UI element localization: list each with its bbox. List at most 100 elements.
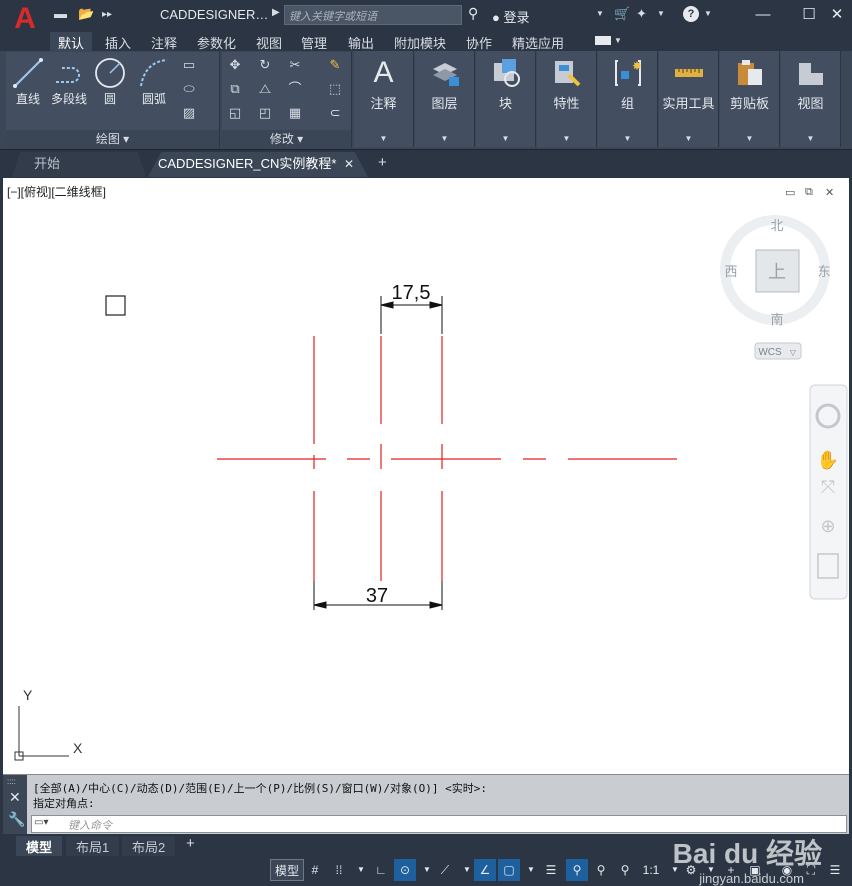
line-tool[interactable]: 直线 [10,56,46,107]
fillet-icon[interactable]: ⌒ [286,80,304,98]
add-layout-icon[interactable]: + [186,835,195,852]
close-command-icon[interactable]: ✕ [9,789,21,806]
clipboard-group-button[interactable]: 剪贴板 ▼ [720,51,780,147]
lineweight-icon[interactable]: ☰ [540,859,562,881]
copy-icon[interactable]: ⧉ [226,80,244,98]
tab-collaborate[interactable]: 协作 [466,32,492,51]
object-snap-dropdown-icon[interactable]: ▼ [520,859,542,881]
grip-icon[interactable]: :::: [7,777,16,786]
compass-east[interactable]: 东 [817,265,830,280]
minimize-button[interactable]: — [752,4,774,26]
model-space-button[interactable]: 模型 [270,859,305,881]
modify-panel-footer[interactable]: 修改 ▾ [222,130,351,148]
tab-layout1[interactable]: 布局1 [66,836,120,856]
orbit-icon[interactable]: ⊕ [820,516,835,536]
object-snap-icon[interactable]: ▢ [498,859,520,881]
hatch-icon[interactable]: ▨ [180,104,198,122]
user-dropdown-icon[interactable]: ▼ [596,9,604,18]
ribbon-options-icon[interactable]: ▼ [614,36,622,45]
close-tab-icon[interactable]: ✕ [344,157,354,171]
utilities-group-button[interactable]: 实用工具 ▼ [659,51,719,147]
ortho-icon[interactable]: ∟ [370,859,392,881]
viewcube-top-face[interactable]: 上 [768,262,786,283]
rotate-icon[interactable]: ↻ [256,56,274,74]
stretch-icon[interactable]: ◱ [226,104,244,122]
compass-north[interactable]: 北 [770,219,783,234]
customize-wrench-icon[interactable]: 🔧 [8,811,25,828]
pan-hand-icon[interactable]: ✋ [817,449,839,470]
command-line-handle[interactable]: :::: ✕ 🔧 [3,775,27,835]
share-dropdown-icon[interactable]: ▼ [657,9,665,18]
open-folder-icon[interactable]: 📂 [78,6,94,22]
offset-icon[interactable]: ⊂ [326,104,344,122]
command-input[interactable]: 键入命令 [31,815,847,833]
help-icon[interactable]: ? [683,6,699,22]
mirror-icon[interactable]: ⧍ [256,80,274,98]
polar-tracking-icon[interactable]: ⊙ [394,859,416,881]
annotation-scale-value[interactable]: 1:1 [640,859,662,881]
properties-group-button[interactable]: 特性 ▼ [537,51,597,147]
customization-menu-icon[interactable]: ☰ [824,859,846,881]
tab-layout2[interactable]: 布局2 [122,836,176,856]
arc-tool[interactable]: 圆弧 [134,56,174,107]
isometric-icon[interactable]: ⟋ [434,859,456,881]
tab-featured-apps[interactable]: 精选应用 [512,32,564,51]
compass-west[interactable]: 西 [724,265,737,280]
compass-south[interactable]: 南 [770,312,783,328]
line-icon [13,58,43,88]
block-group-button[interactable]: 块 ▼ [476,51,536,147]
scale-icon[interactable]: ◰ [256,104,274,122]
annotation-group-button[interactable]: A 注释 ▼ [354,51,414,147]
ribbon-minimize-icon[interactable] [595,36,611,45]
tab-drawing[interactable]: CADDESIGNER_CN实例教程* [148,152,368,177]
navigation-bar: ✋ ⤧ ⊕ [809,384,848,600]
search-icon[interactable]: ⚲ [468,5,478,22]
move-icon[interactable]: ✥ [226,56,244,74]
annotation-scale-icon[interactable]: ⚲ [566,859,588,881]
tab-output[interactable]: 输出 [348,32,374,51]
group-group-button[interactable]: ✸ 组 ▼ [598,51,658,147]
tab-parametric[interactable]: 参数化 [197,32,236,51]
zoom-extents-icon[interactable]: ⤧ [821,477,835,497]
rectangle-icon[interactable]: ▭ [180,56,198,74]
drawing-canvas[interactable]: [−][俯视][二维线框] ▭ ⧉ ✕ 17,5 37 Y X 上 北 南 东 … [3,178,849,774]
quick-access-more-icon[interactable]: ▸▸ [102,9,112,20]
cart-icon[interactable]: 🛒 [614,6,630,22]
sign-in-button[interactable]: ● 登录 [492,7,530,26]
close-button[interactable]: ✕ [826,4,848,26]
tab-model[interactable]: 模型 [16,836,63,856]
polyline-tool[interactable]: 多段线 [48,56,90,107]
maximize-button[interactable]: ☐ [798,4,820,26]
circle-tool[interactable]: 圆 [92,56,128,107]
title-arrow-icon[interactable]: ▶ [272,7,280,18]
dimension-bottom-text: 37 [366,585,388,607]
tab-default[interactable]: 默认 [50,32,93,51]
grid-icon[interactable]: # [304,859,326,881]
tab-start[interactable]: 开始 [12,152,146,177]
object-snap-tracking-icon[interactable]: ∠ [474,859,496,881]
view-group-button[interactable]: 视图 ▼ [781,51,841,147]
tab-annotate[interactable]: 注释 [151,32,177,51]
new-file-icon[interactable]: ▬ [54,6,67,21]
explode-icon[interactable]: ⬚ [326,80,344,98]
help-dropdown-icon[interactable]: ▼ [704,9,712,18]
array-icon[interactable]: ▦ [286,104,304,122]
new-tab-icon[interactable]: + [378,154,387,171]
command-prompt-icon[interactable]: ▭▾ [34,817,48,828]
tab-addins[interactable]: 附加模块 [394,32,446,51]
draw-panel-footer[interactable]: 绘图 ▾ [6,130,219,148]
snap-dropdown-icon[interactable]: ▼ [350,859,372,881]
ucs-x-label: X [73,740,83,756]
annotation-visibility-icon[interactable]: ⚲ [590,859,612,881]
erase-icon[interactable]: ✎ [326,56,344,74]
tab-view[interactable]: 视图 [256,32,282,51]
share-icon[interactable]: ✦ [636,6,647,22]
tab-insert[interactable]: 插入 [105,32,131,51]
layers-group-button[interactable]: 图层 ▼ [415,51,475,147]
search-input[interactable]: 键入关键字或短语 [284,5,462,25]
ellipse-icon[interactable]: ⬭ [180,80,198,98]
tab-manage[interactable]: 管理 [301,32,327,51]
auto-scale-icon[interactable]: ⚲ [614,859,636,881]
snap-icon[interactable]: ⁞⁞ [328,859,350,881]
trim-icon[interactable]: ✂ [286,56,304,74]
